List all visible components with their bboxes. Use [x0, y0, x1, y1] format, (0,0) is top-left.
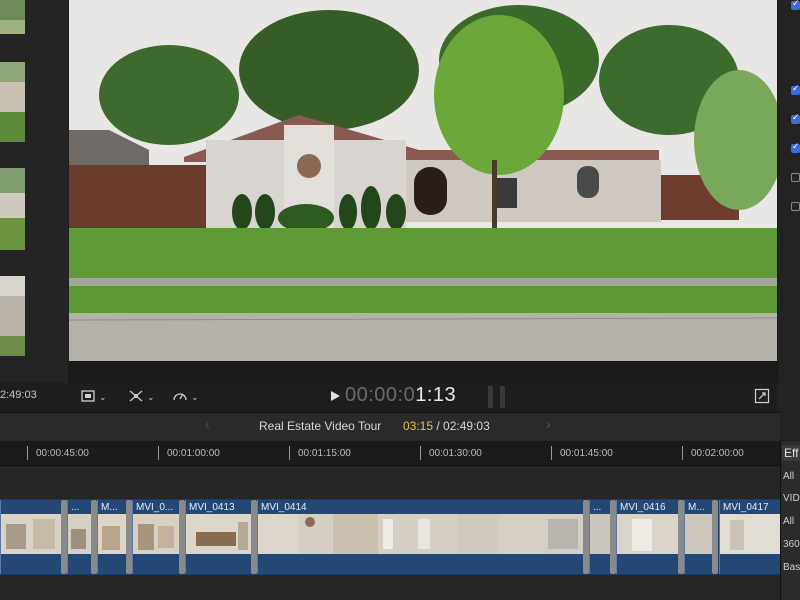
browser-thumbnail[interactable] — [0, 168, 25, 250]
edit-point-handle[interactable] — [583, 500, 589, 574]
audio-meter-right — [500, 386, 505, 408]
ruler-label: 00:01:45:00 — [560, 448, 613, 459]
viewer-frame[interactable] — [69, 0, 777, 361]
fullscreen-icon — [754, 388, 770, 407]
clip-label: MVI_0416 — [620, 502, 666, 513]
fullscreen-button[interactable] — [754, 388, 770, 406]
effects-title[interactable]: Eff — [782, 445, 800, 461]
timeline-clip[interactable]: M... — [97, 500, 126, 574]
project-name: Real Estate Video Tour — [259, 419, 382, 433]
timeline-clip[interactable]: MVI_0... — [132, 500, 179, 574]
speed-icon — [171, 388, 189, 407]
crop-menu-button[interactable]: ⌄ — [80, 388, 107, 406]
back-arrow-icon[interactable]: ‹ — [205, 416, 210, 432]
chevron-down-icon: ⌄ — [99, 391, 107, 402]
ruler-tick — [420, 446, 421, 460]
browser-duration: 2:49:03 — [0, 389, 37, 401]
browser-thumbnail[interactable] — [0, 276, 25, 356]
play-button[interactable] — [329, 388, 341, 406]
chevron-down-icon: ⌄ — [147, 391, 155, 402]
browser-thumbnail[interactable] — [0, 0, 25, 34]
inspector-checkbox[interactable] — [791, 141, 800, 153]
edit-point-handle[interactable] — [712, 500, 718, 574]
browser-panel — [0, 0, 68, 383]
timeline-clip[interactable]: ... — [67, 500, 91, 574]
time-separator: / — [433, 419, 444, 433]
play-icon — [329, 389, 341, 406]
clip-label: MVI_0413 — [189, 502, 235, 513]
timecode-dim: 00:00:0 — [345, 384, 416, 406]
transform-icon — [127, 388, 145, 407]
clip-label: MVI_0417 — [723, 502, 769, 513]
ruler-tick — [551, 446, 552, 460]
timeline-clip[interactable]: ... — [589, 500, 610, 574]
inspector-checkbox[interactable] — [791, 112, 800, 124]
edit-point-handle[interactable] — [126, 500, 132, 574]
speed-menu-button[interactable]: ⌄ — [171, 388, 199, 406]
timecode-lit: 1:13 — [415, 384, 457, 406]
total-duration: 02:49:03 — [443, 419, 490, 433]
ruler-label: 00:01:15:00 — [298, 448, 351, 459]
edit-point-handle[interactable] — [91, 500, 97, 574]
crop-icon — [80, 389, 96, 406]
ruler-label: 00:01:00:00 — [167, 448, 220, 459]
forward-arrow-icon[interactable]: › — [546, 416, 551, 432]
ruler-tick — [289, 446, 290, 460]
inspector-panel — [778, 0, 800, 440]
clip-label: MVI_0414 — [261, 502, 307, 513]
browser-thumbnail[interactable] — [0, 62, 25, 142]
effects-category[interactable]: All — [783, 471, 794, 482]
ruler-tick — [682, 446, 683, 460]
edit-point-handle[interactable] — [61, 500, 67, 574]
ruler-tick — [158, 446, 159, 460]
inspector-checkbox[interactable] — [791, 202, 800, 211]
inspector-checkbox[interactable] — [791, 0, 800, 10]
inspector-checkbox[interactable] — [791, 173, 800, 182]
viewer-timecode: 00:00:01:13 — [345, 384, 456, 407]
project-duration: 03:15 / 02:49:03 — [403, 419, 490, 433]
ruler-label: 00:00:45:00 — [36, 448, 89, 459]
edit-point-handle[interactable] — [251, 500, 257, 574]
ruler-label: 00:02:00:00 — [691, 448, 744, 459]
effects-category[interactable]: 360 — [783, 539, 800, 550]
edit-point-handle[interactable] — [678, 500, 684, 574]
chevron-down-icon: ⌄ — [191, 391, 199, 402]
timeline-clip[interactable]: MVI_0414 — [257, 500, 583, 574]
ruler-label: 00:01:30:00 — [429, 448, 482, 459]
edit-point-handle[interactable] — [179, 500, 185, 574]
timeline-clip[interactable]: MVI_0417 — [719, 500, 781, 574]
viewer-letterbox — [68, 361, 778, 383]
timeline-ruler[interactable] — [0, 441, 780, 466]
clip-label: MVI_0... — [136, 502, 174, 513]
clip-label: M... — [688, 502, 705, 513]
ruler-tick — [27, 446, 28, 460]
effects-category[interactable]: All — [783, 516, 794, 527]
timeline-clip[interactable]: MVI_0416 — [616, 500, 678, 574]
timeline-clip[interactable]: M... — [684, 500, 712, 574]
inspector-checkbox[interactable] — [791, 83, 800, 95]
timeline-title-bar — [0, 412, 780, 441]
playhead-time: 03:15 — [403, 419, 434, 433]
timeline-clip[interactable]: MVI_0413 — [185, 500, 251, 574]
effects-category[interactable]: VID — [783, 493, 800, 504]
audio-meter-left — [488, 386, 493, 408]
timeline-clip[interactable] — [0, 500, 61, 574]
edit-point-handle[interactable] — [610, 500, 616, 574]
transform-menu-button[interactable]: ⌄ — [127, 388, 155, 406]
clip-label: ... — [71, 502, 80, 513]
house-frame-image — [69, 0, 777, 361]
clip-label: ... — [593, 502, 602, 513]
clip-label: M... — [101, 502, 118, 513]
effects-category[interactable]: Bas — [783, 562, 800, 573]
